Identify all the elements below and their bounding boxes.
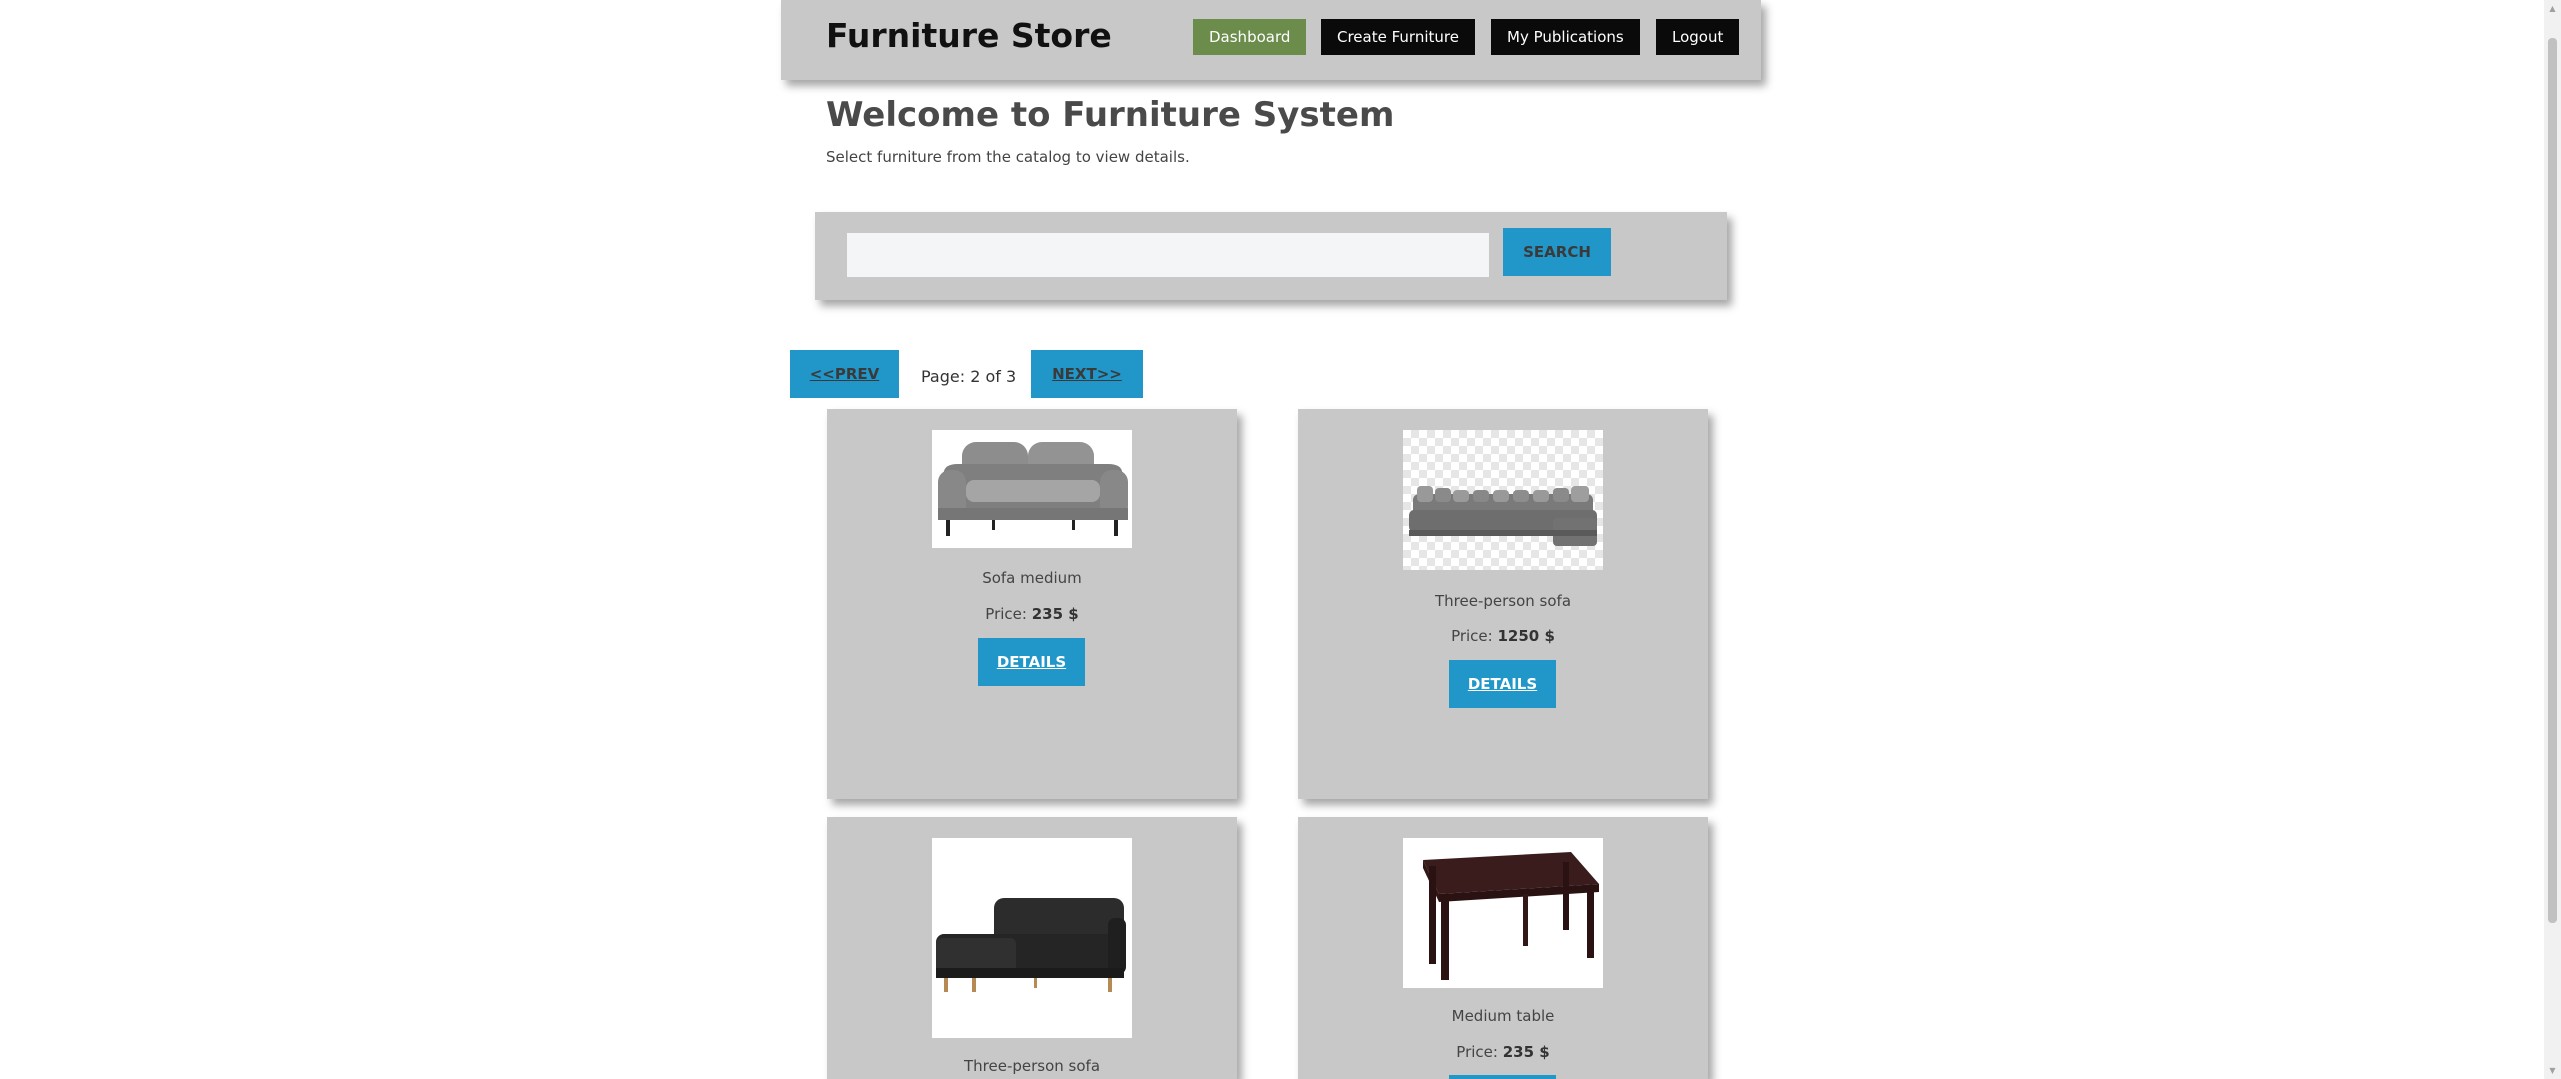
price-label: Price: <box>1456 1043 1498 1061</box>
page-scrollbar[interactable]: ▲ ▼ <box>2544 0 2561 1079</box>
card-name: Medium table <box>1451 1007 1555 1025</box>
card-name: Sofa medium <box>982 569 1082 587</box>
details-button[interactable]: DETAILS <box>1449 660 1556 708</box>
search-panel: SEARCH <box>815 212 1727 300</box>
price-value: 1250 $ <box>1497 627 1555 645</box>
scroll-up-arrow-icon[interactable]: ▲ <box>2544 0 2561 17</box>
nav-dashboard-button[interactable]: Dashboard <box>1193 19 1307 55</box>
details-button[interactable]: DETAILS <box>978 638 1085 686</box>
card-name: Three-person sofa <box>1434 592 1572 610</box>
gray-sofa-image <box>932 430 1132 548</box>
furniture-card: Three-person sofa <box>827 817 1237 1079</box>
card-name: Three-person sofa <box>963 1057 1101 1075</box>
scrollbar-thumb[interactable] <box>2548 38 2557 923</box>
search-button[interactable]: SEARCH <box>1503 228 1611 276</box>
page-title: Welcome to Furniture System <box>826 95 1395 135</box>
page-indicator: Page: 2 of 3 <box>921 367 1017 386</box>
prev-page-button[interactable]: <<PREV <box>790 350 899 398</box>
sectional-sofa-image <box>1403 430 1603 570</box>
furniture-card: Three-person sofa Price: 1250 $ DETAILS <box>1298 409 1708 799</box>
nav-create-furniture-button[interactable]: Create Furniture <box>1321 19 1475 55</box>
site-logo[interactable]: Furniture Store <box>826 16 1112 55</box>
header-bar: Furniture Store Dashboard Create Furnitu… <box>781 0 1761 80</box>
price-label: Price: <box>985 605 1027 623</box>
page-subtitle: Select furniture from the catalog to vie… <box>826 148 1190 166</box>
details-button[interactable] <box>1449 1075 1556 1079</box>
nav-logout-button[interactable]: Logout <box>1656 19 1740 55</box>
dark-wood-table-image <box>1403 838 1603 988</box>
search-input[interactable] <box>847 233 1489 277</box>
furniture-card: Medium table Price: 235 $ <box>1298 817 1708 1079</box>
price-value: 235 $ <box>1502 1043 1550 1061</box>
scroll-down-arrow-icon[interactable]: ▼ <box>2544 1062 2561 1079</box>
card-price: Price: 235 $ <box>1298 1043 1708 1061</box>
price-label: Price: <box>1451 627 1493 645</box>
furniture-card: Sofa medium Price: 235 $ DETAILS <box>827 409 1237 799</box>
black-corner-sofa-image <box>932 838 1132 1038</box>
card-price: Price: 235 $ <box>827 605 1237 623</box>
nav-my-publications-button[interactable]: My Publications <box>1491 19 1640 55</box>
card-price: Price: 1250 $ <box>1298 627 1708 645</box>
price-value: 235 $ <box>1031 605 1079 623</box>
next-page-button[interactable]: NEXT>> <box>1031 350 1143 398</box>
